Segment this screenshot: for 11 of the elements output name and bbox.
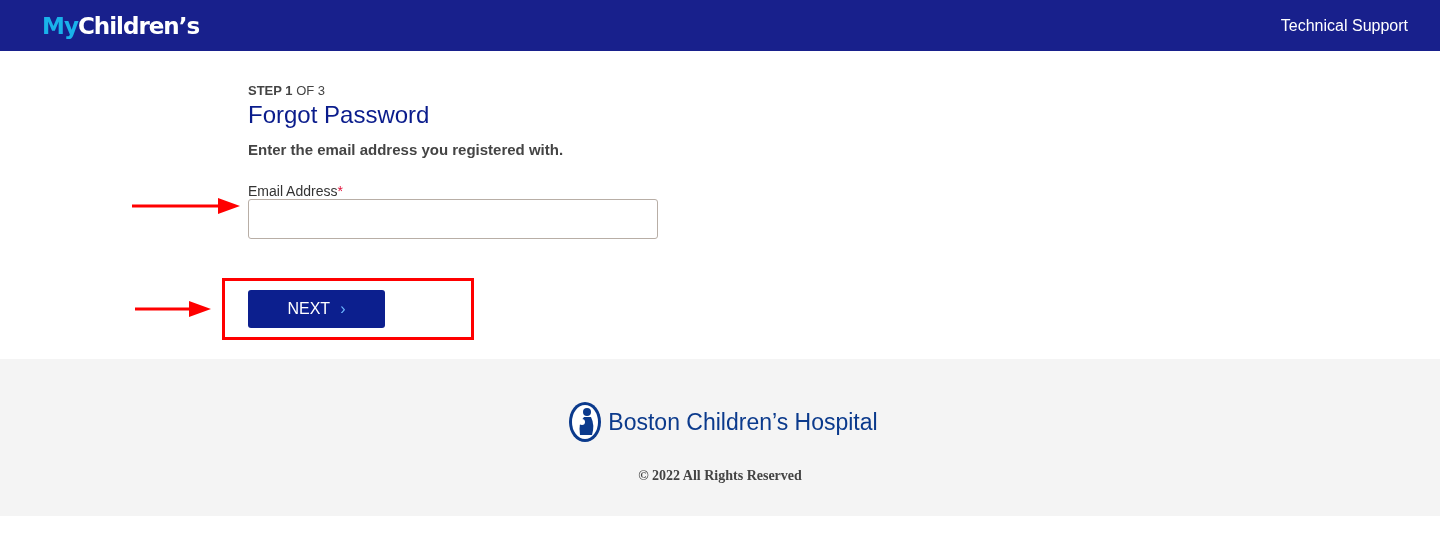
field-label: Email Address* <box>248 184 344 198</box>
next-button[interactable]: NEXT › <box>248 290 385 328</box>
step-indicator: STEP 1 OF 3 <box>248 83 327 99</box>
logo-text[interactable]: MyChildren’s <box>42 12 200 39</box>
technical-support-link[interactable]: Technical Support <box>1280 16 1408 35</box>
page-title: Forgot Password <box>248 100 431 130</box>
hospital-emblem-icon <box>568 401 603 443</box>
instruction-text: Enter the email address you registered with. <box>248 141 565 158</box>
email-input-field[interactable] <box>248 199 658 239</box>
hospital-name: Boston Children’s Hospital <box>608 408 878 436</box>
copyright-text: © 2022 All Rights Reserved <box>638 468 802 484</box>
